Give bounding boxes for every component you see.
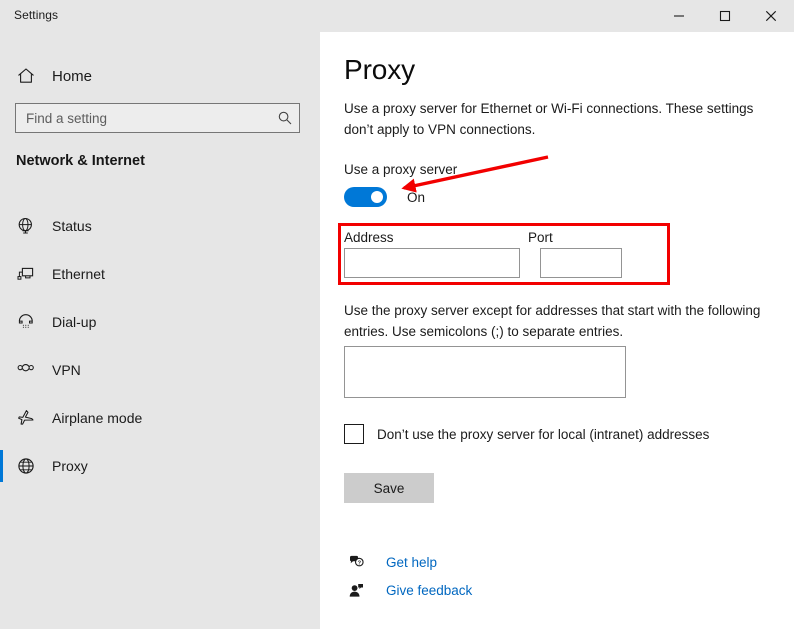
ethernet-icon [0, 264, 52, 284]
selection-indicator [0, 450, 3, 482]
search-input[interactable] [16, 110, 271, 126]
save-button[interactable]: Save [344, 473, 434, 503]
selection-indicator [0, 402, 3, 434]
sidebar-item-ethernet[interactable]: Ethernet [0, 250, 320, 298]
address-input[interactable] [344, 248, 520, 278]
selection-indicator [0, 306, 3, 338]
main-content: Proxy Use a proxy server for Ethernet or… [320, 32, 794, 629]
footer-links: ? Get help Give feedback [344, 548, 472, 604]
sidebar-item-vpn[interactable]: VPN [0, 346, 320, 394]
globe-proxy-icon [0, 456, 52, 476]
proxy-toggle-label: Use a proxy server [344, 162, 458, 177]
address-label: Address [344, 230, 394, 245]
search-box[interactable] [15, 103, 300, 133]
use-proxy-server-toggle[interactable] [344, 187, 387, 207]
sidebar-item-proxy-label: Proxy [52, 458, 88, 474]
give-feedback-label: Give feedback [386, 582, 473, 598]
sidebar-item-dial-up-label: Dial-up [52, 314, 97, 330]
port-label: Port [528, 230, 553, 245]
get-help-link[interactable]: ? Get help [344, 548, 472, 576]
port-input[interactable] [540, 248, 622, 278]
local-bypass-label: Don’t use the proxy server for local (in… [377, 426, 710, 442]
search-icon [271, 110, 299, 126]
vpn-icon [0, 360, 52, 380]
feedback-person-icon [344, 582, 368, 599]
sidebar-item-dial-up[interactable]: Dial-up [0, 298, 320, 346]
local-bypass-row: Don’t use the proxy server for local (in… [344, 424, 709, 444]
sidebar-item-airplane-mode-label: Airplane mode [52, 410, 143, 426]
settings-window: Settings Home Find a setting Network & I… [0, 0, 794, 629]
maximize-button[interactable] [702, 0, 748, 32]
close-button[interactable] [748, 0, 794, 32]
sidebar: Home Network & Internet [0, 32, 320, 629]
page-description: Use a proxy server for Ethernet or Wi-Fi… [344, 101, 754, 137]
proxy-toggle-row: On [344, 187, 425, 207]
svg-text:?: ? [357, 560, 361, 566]
dialup-icon [0, 312, 52, 332]
maximize-icon [719, 10, 731, 22]
minimize-icon [673, 10, 685, 22]
sidebar-item-home[interactable]: Home [0, 58, 320, 94]
sidebar-item-status-label: Status [52, 218, 92, 234]
help-bubble-icon: ? [344, 554, 368, 571]
toggle-knob [371, 191, 383, 203]
exceptions-description: Use the proxy server except for addresse… [344, 303, 761, 339]
minimize-button[interactable] [656, 0, 702, 32]
get-help-label: Get help [386, 554, 438, 570]
sidebar-nav-list: Status Ethernet Dial-up VPN Airplane mod… [0, 202, 320, 490]
proxy-toggle-state: On [407, 189, 426, 205]
sidebar-item-home-label: Home [52, 67, 93, 85]
exceptions-input[interactable] [344, 346, 626, 398]
app-title: Settings [14, 8, 59, 22]
globe-status-icon [0, 216, 52, 236]
selection-indicator [0, 210, 3, 242]
sidebar-item-status[interactable]: Status [0, 202, 320, 250]
selection-indicator [0, 258, 3, 290]
sidebar-item-ethernet-label: Ethernet [52, 266, 105, 282]
sidebar-item-vpn-label: VPN [52, 362, 81, 378]
selection-indicator [0, 354, 3, 386]
give-feedback-link[interactable]: Give feedback [344, 576, 472, 604]
sidebar-item-airplane-mode[interactable]: Airplane mode [0, 394, 320, 442]
sidebar-category-title: Network & Internet [16, 153, 145, 169]
airplane-icon [0, 408, 52, 428]
local-bypass-checkbox[interactable] [344, 424, 364, 444]
page-title: Proxy [344, 54, 416, 85]
home-icon [0, 66, 52, 86]
sidebar-item-proxy[interactable]: Proxy [0, 442, 320, 490]
close-icon [765, 10, 777, 22]
title-bar: Settings [0, 0, 794, 32]
window-controls [656, 0, 794, 32]
